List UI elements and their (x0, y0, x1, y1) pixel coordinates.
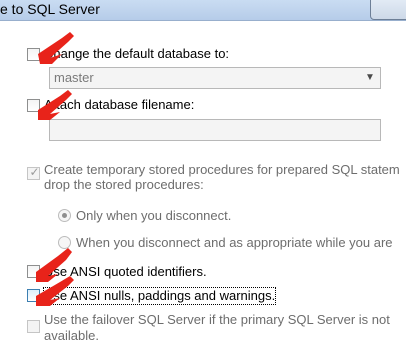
radio-only-disconnect-label: Only when you disconnect. (76, 208, 232, 223)
quoted-identifiers-checkbox[interactable] (27, 265, 40, 278)
failover-checkbox[interactable] (27, 320, 40, 333)
radio-disconnect-appropriate[interactable] (58, 236, 71, 249)
chevron-down-icon: ▼ (365, 72, 375, 83)
window-title: e to SQL Server (0, 1, 100, 17)
title-bar: e to SQL Server (0, 0, 406, 21)
check-icon: ✓ (29, 165, 40, 179)
radio-disconnect-appropriate-label: When you disconnect and as appropriate w… (76, 235, 393, 250)
radio-selected-dot (62, 213, 67, 218)
change-default-db-checkbox[interactable] (27, 48, 40, 61)
temp-procs-label-line2: drop the stored procedures: (44, 177, 204, 192)
ansi-nulls-checkbox[interactable] (27, 289, 40, 302)
default-db-select[interactable]: master ▼ (49, 67, 381, 89)
default-db-value: master (54, 70, 94, 85)
change-default-db-label: Change the default database to: (44, 46, 230, 61)
quoted-identifiers-label: Use ANSI quoted identifiers. (44, 264, 207, 279)
radio-only-disconnect[interactable] (58, 209, 71, 222)
failover-label-line2: available. (44, 328, 99, 343)
close-button[interactable] (370, 0, 406, 20)
attach-db-filename-field[interactable] (49, 119, 381, 141)
attach-db-label: Attach database filename: (44, 97, 195, 112)
failover-label-line1: Use the failover SQL Server if the prima… (44, 312, 390, 327)
temp-procs-label-line1: Create temporary stored procedures for p… (44, 162, 400, 177)
ansi-nulls-label: Use ANSI nulls, paddings and warnings. (42, 287, 277, 305)
attach-db-checkbox[interactable] (27, 99, 40, 112)
temp-procs-checkbox[interactable]: ✓ (27, 165, 40, 180)
